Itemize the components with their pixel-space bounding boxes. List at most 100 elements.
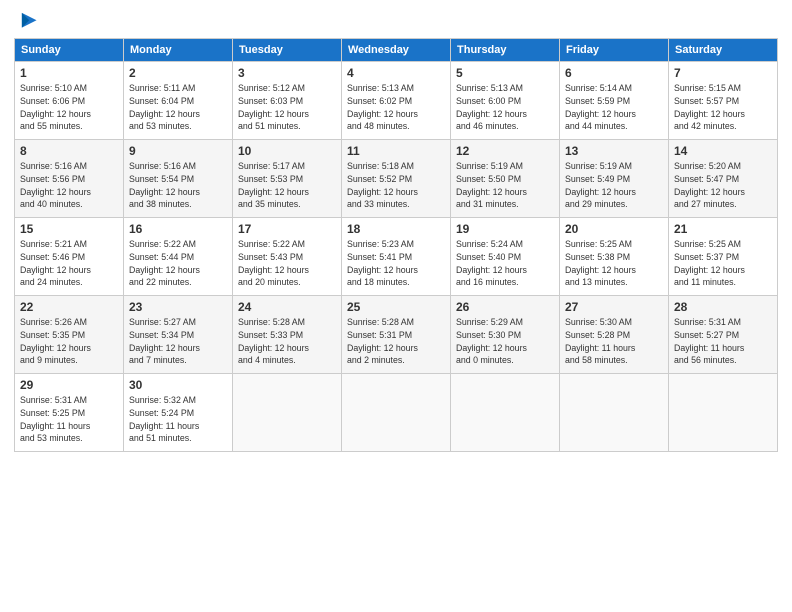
day-number: 25 xyxy=(347,300,445,314)
calendar-cell: 6 Sunrise: 5:14 AM Sunset: 5:59 PM Daylig… xyxy=(560,62,669,140)
calendar-cell: 28 Sunrise: 5:31 AM Sunset: 5:27 PM Dayli… xyxy=(669,296,778,374)
day-info: Sunrise: 5:13 AM Sunset: 6:02 PM Dayligh… xyxy=(347,82,445,133)
calendar-cell: 20 Sunrise: 5:25 AM Sunset: 5:38 PM Dayli… xyxy=(560,218,669,296)
calendar-cell: 15 Sunrise: 5:21 AM Sunset: 5:46 PM Dayli… xyxy=(15,218,124,296)
day-number: 13 xyxy=(565,144,663,158)
day-info: Sunrise: 5:31 AM Sunset: 5:25 PM Dayligh… xyxy=(20,394,118,445)
day-number: 23 xyxy=(129,300,227,314)
calendar-cell xyxy=(233,374,342,452)
day-info: Sunrise: 5:27 AM Sunset: 5:34 PM Dayligh… xyxy=(129,316,227,367)
calendar-cell: 13 Sunrise: 5:19 AM Sunset: 5:49 PM Dayli… xyxy=(560,140,669,218)
day-info: Sunrise: 5:14 AM Sunset: 5:59 PM Dayligh… xyxy=(565,82,663,133)
calendar-cell: 25 Sunrise: 5:28 AM Sunset: 5:31 PM Dayli… xyxy=(342,296,451,374)
calendar-cell: 2 Sunrise: 5:11 AM Sunset: 6:04 PM Daylig… xyxy=(124,62,233,140)
day-number: 2 xyxy=(129,66,227,80)
day-info: Sunrise: 5:13 AM Sunset: 6:00 PM Dayligh… xyxy=(456,82,554,133)
calendar-cell: 23 Sunrise: 5:27 AM Sunset: 5:34 PM Dayli… xyxy=(124,296,233,374)
day-number: 14 xyxy=(674,144,772,158)
col-header-sunday: Sunday xyxy=(15,39,124,62)
day-number: 7 xyxy=(674,66,772,80)
day-number: 21 xyxy=(674,222,772,236)
day-number: 4 xyxy=(347,66,445,80)
day-info: Sunrise: 5:20 AM Sunset: 5:47 PM Dayligh… xyxy=(674,160,772,211)
page-header xyxy=(14,10,778,32)
col-header-tuesday: Tuesday xyxy=(233,39,342,62)
calendar-cell xyxy=(669,374,778,452)
calendar-cell: 18 Sunrise: 5:23 AM Sunset: 5:41 PM Dayli… xyxy=(342,218,451,296)
day-info: Sunrise: 5:21 AM Sunset: 5:46 PM Dayligh… xyxy=(20,238,118,289)
day-number: 9 xyxy=(129,144,227,158)
day-info: Sunrise: 5:22 AM Sunset: 5:43 PM Dayligh… xyxy=(238,238,336,289)
day-number: 11 xyxy=(347,144,445,158)
day-number: 10 xyxy=(238,144,336,158)
day-number: 8 xyxy=(20,144,118,158)
day-info: Sunrise: 5:10 AM Sunset: 6:06 PM Dayligh… xyxy=(20,82,118,133)
calendar-table: SundayMondayTuesdayWednesdayThursdayFrid… xyxy=(14,38,778,452)
day-info: Sunrise: 5:12 AM Sunset: 6:03 PM Dayligh… xyxy=(238,82,336,133)
day-number: 16 xyxy=(129,222,227,236)
calendar-cell: 5 Sunrise: 5:13 AM Sunset: 6:00 PM Daylig… xyxy=(451,62,560,140)
col-header-thursday: Thursday xyxy=(451,39,560,62)
day-number: 5 xyxy=(456,66,554,80)
day-number: 15 xyxy=(20,222,118,236)
calendar-cell: 8 Sunrise: 5:16 AM Sunset: 5:56 PM Daylig… xyxy=(15,140,124,218)
day-info: Sunrise: 5:23 AM Sunset: 5:41 PM Dayligh… xyxy=(347,238,445,289)
calendar-cell: 3 Sunrise: 5:12 AM Sunset: 6:03 PM Daylig… xyxy=(233,62,342,140)
day-number: 28 xyxy=(674,300,772,314)
day-info: Sunrise: 5:19 AM Sunset: 5:50 PM Dayligh… xyxy=(456,160,554,211)
day-number: 26 xyxy=(456,300,554,314)
calendar-cell: 7Sunrise: 5:15 AM Sunset: 5:57 PM Daylig… xyxy=(669,62,778,140)
day-number: 12 xyxy=(456,144,554,158)
calendar-cell: 29 Sunrise: 5:31 AM Sunset: 5:25 PM Dayli… xyxy=(15,374,124,452)
calendar-cell: 9 Sunrise: 5:16 AM Sunset: 5:54 PM Daylig… xyxy=(124,140,233,218)
day-number: 27 xyxy=(565,300,663,314)
day-info: Sunrise: 5:16 AM Sunset: 5:56 PM Dayligh… xyxy=(20,160,118,211)
logo xyxy=(14,10,38,32)
day-info: Sunrise: 5:22 AM Sunset: 5:44 PM Dayligh… xyxy=(129,238,227,289)
calendar-cell: 27 Sunrise: 5:30 AM Sunset: 5:28 PM Dayli… xyxy=(560,296,669,374)
col-header-friday: Friday xyxy=(560,39,669,62)
day-number: 20 xyxy=(565,222,663,236)
day-info: Sunrise: 5:11 AM Sunset: 6:04 PM Dayligh… xyxy=(129,82,227,133)
day-info: Sunrise: 5:29 AM Sunset: 5:30 PM Dayligh… xyxy=(456,316,554,367)
day-info: Sunrise: 5:24 AM Sunset: 5:40 PM Dayligh… xyxy=(456,238,554,289)
calendar-cell: 10Sunrise: 5:17 AM Sunset: 5:53 PM Dayli… xyxy=(233,140,342,218)
day-number: 18 xyxy=(347,222,445,236)
day-info: Sunrise: 5:31 AM Sunset: 5:27 PM Dayligh… xyxy=(674,316,772,367)
calendar-cell: 17 Sunrise: 5:22 AM Sunset: 5:43 PM Dayli… xyxy=(233,218,342,296)
calendar-cell: 24Sunrise: 5:28 AM Sunset: 5:33 PM Dayli… xyxy=(233,296,342,374)
calendar-cell: 14 Sunrise: 5:20 AM Sunset: 5:47 PM Dayli… xyxy=(669,140,778,218)
day-info: Sunrise: 5:25 AM Sunset: 5:37 PM Dayligh… xyxy=(674,238,772,289)
calendar-cell: 4 Sunrise: 5:13 AM Sunset: 6:02 PM Daylig… xyxy=(342,62,451,140)
day-info: Sunrise: 5:19 AM Sunset: 5:49 PM Dayligh… xyxy=(565,160,663,211)
day-info: Sunrise: 5:30 AM Sunset: 5:28 PM Dayligh… xyxy=(565,316,663,367)
day-number: 1 xyxy=(20,66,118,80)
col-header-monday: Monday xyxy=(124,39,233,62)
calendar-cell: 12 Sunrise: 5:19 AM Sunset: 5:50 PM Dayli… xyxy=(451,140,560,218)
day-number: 3 xyxy=(238,66,336,80)
day-info: Sunrise: 5:18 AM Sunset: 5:52 PM Dayligh… xyxy=(347,160,445,211)
day-info: Sunrise: 5:28 AM Sunset: 5:33 PM Dayligh… xyxy=(238,316,336,367)
day-info: Sunrise: 5:16 AM Sunset: 5:54 PM Dayligh… xyxy=(129,160,227,211)
day-info: Sunrise: 5:28 AM Sunset: 5:31 PM Dayligh… xyxy=(347,316,445,367)
day-number: 22 xyxy=(20,300,118,314)
calendar-cell: 26 Sunrise: 5:29 AM Sunset: 5:30 PM Dayli… xyxy=(451,296,560,374)
calendar-cell xyxy=(451,374,560,452)
col-header-saturday: Saturday xyxy=(669,39,778,62)
logo-icon xyxy=(16,10,38,32)
day-number: 6 xyxy=(565,66,663,80)
calendar-cell: 11 Sunrise: 5:18 AM Sunset: 5:52 PM Dayli… xyxy=(342,140,451,218)
day-number: 17 xyxy=(238,222,336,236)
day-info: Sunrise: 5:25 AM Sunset: 5:38 PM Dayligh… xyxy=(565,238,663,289)
day-number: 29 xyxy=(20,378,118,392)
calendar-cell: 21 Sunrise: 5:25 AM Sunset: 5:37 PM Dayli… xyxy=(669,218,778,296)
calendar-cell: 19 Sunrise: 5:24 AM Sunset: 5:40 PM Dayli… xyxy=(451,218,560,296)
calendar-cell: 16 Sunrise: 5:22 AM Sunset: 5:44 PM Dayli… xyxy=(124,218,233,296)
calendar-cell xyxy=(342,374,451,452)
calendar-cell xyxy=(560,374,669,452)
day-number: 19 xyxy=(456,222,554,236)
calendar-cell: 30Sunrise: 5:32 AM Sunset: 5:24 PM Dayli… xyxy=(124,374,233,452)
calendar-cell: 1 Sunrise: 5:10 AM Sunset: 6:06 PM Daylig… xyxy=(15,62,124,140)
day-info: Sunrise: 5:32 AM Sunset: 5:24 PM Dayligh… xyxy=(129,394,227,445)
col-header-wednesday: Wednesday xyxy=(342,39,451,62)
